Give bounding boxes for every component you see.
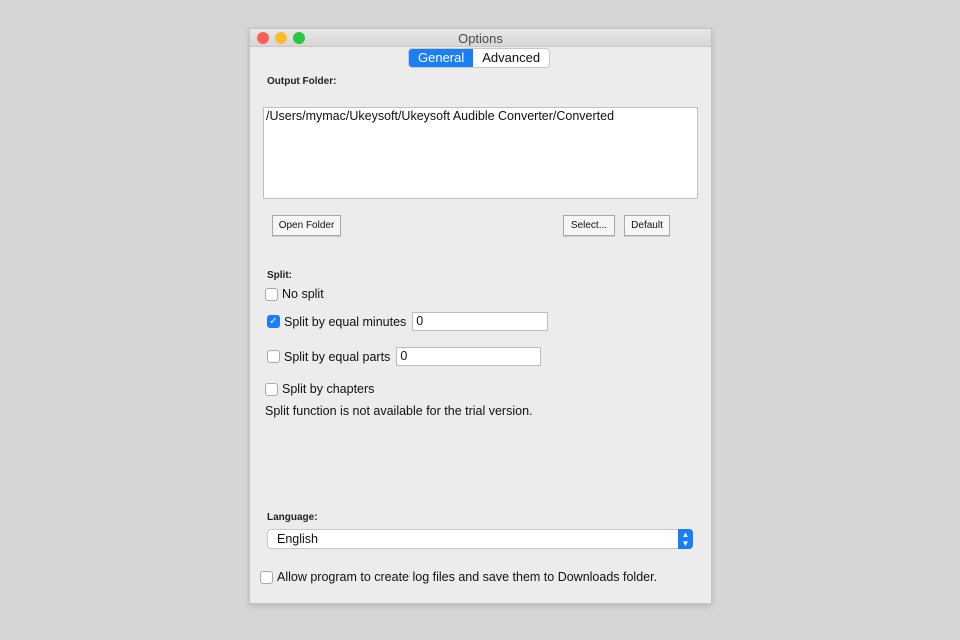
split-minutes-option[interactable]: ✓ Split by equal minutes 0 [267,312,549,331]
log-label: Allow program to create log files and sa… [277,570,658,584]
window-title: Options [458,31,503,46]
split-parts-checkbox[interactable] [267,350,280,363]
log-option[interactable]: Allow program to create log files and sa… [260,570,657,584]
split-minutes-label: Split by equal minutes [284,314,407,329]
log-checkbox[interactable] [260,570,273,584]
split-parts-label: Split by equal parts [284,349,391,364]
split-chapters-option[interactable]: Split by chapters [265,382,374,396]
title-bar[interactable]: Options [250,29,711,47]
language-label: Language: [267,512,318,523]
split-minutes-checkbox[interactable]: ✓ [267,315,280,328]
language-value: English [277,532,318,546]
tab-bar: General Advanced [408,48,551,68]
split-chapters-label: Split by chapters [282,382,375,396]
minutes-input[interactable]: 0 [412,312,549,331]
tab-advanced[interactable]: Advanced [473,49,549,67]
split-chapters-checkbox[interactable] [265,382,278,396]
no-split-label: No split [282,287,324,301]
no-split-checkbox[interactable] [265,287,278,301]
checkmark-icon: ✓ [269,316,278,327]
split-parts-option[interactable]: Split by equal parts 0 [267,347,542,366]
chevron-up-down-icon: ▲ ▼ [678,529,693,549]
output-folder-label: Output Folder: [267,76,337,87]
parts-input[interactable]: 0 [396,347,542,366]
tab-general[interactable]: General [409,49,474,67]
output-path-field[interactable]: /Users/mymac/Ukeysoft/Ukeysoft Audible C… [263,107,698,199]
language-select[interactable]: English ▲ ▼ [267,529,693,549]
select-button[interactable]: Select... [563,215,615,236]
default-button[interactable]: Default [624,215,670,236]
split-label: Split: [267,270,292,281]
options-window: Options General Advanced Output Folder: … [249,28,712,604]
trial-note: Split function is not available for the … [265,404,533,418]
no-split-option[interactable]: No split [265,287,324,301]
open-folder-button[interactable]: Open Folder [272,215,341,236]
